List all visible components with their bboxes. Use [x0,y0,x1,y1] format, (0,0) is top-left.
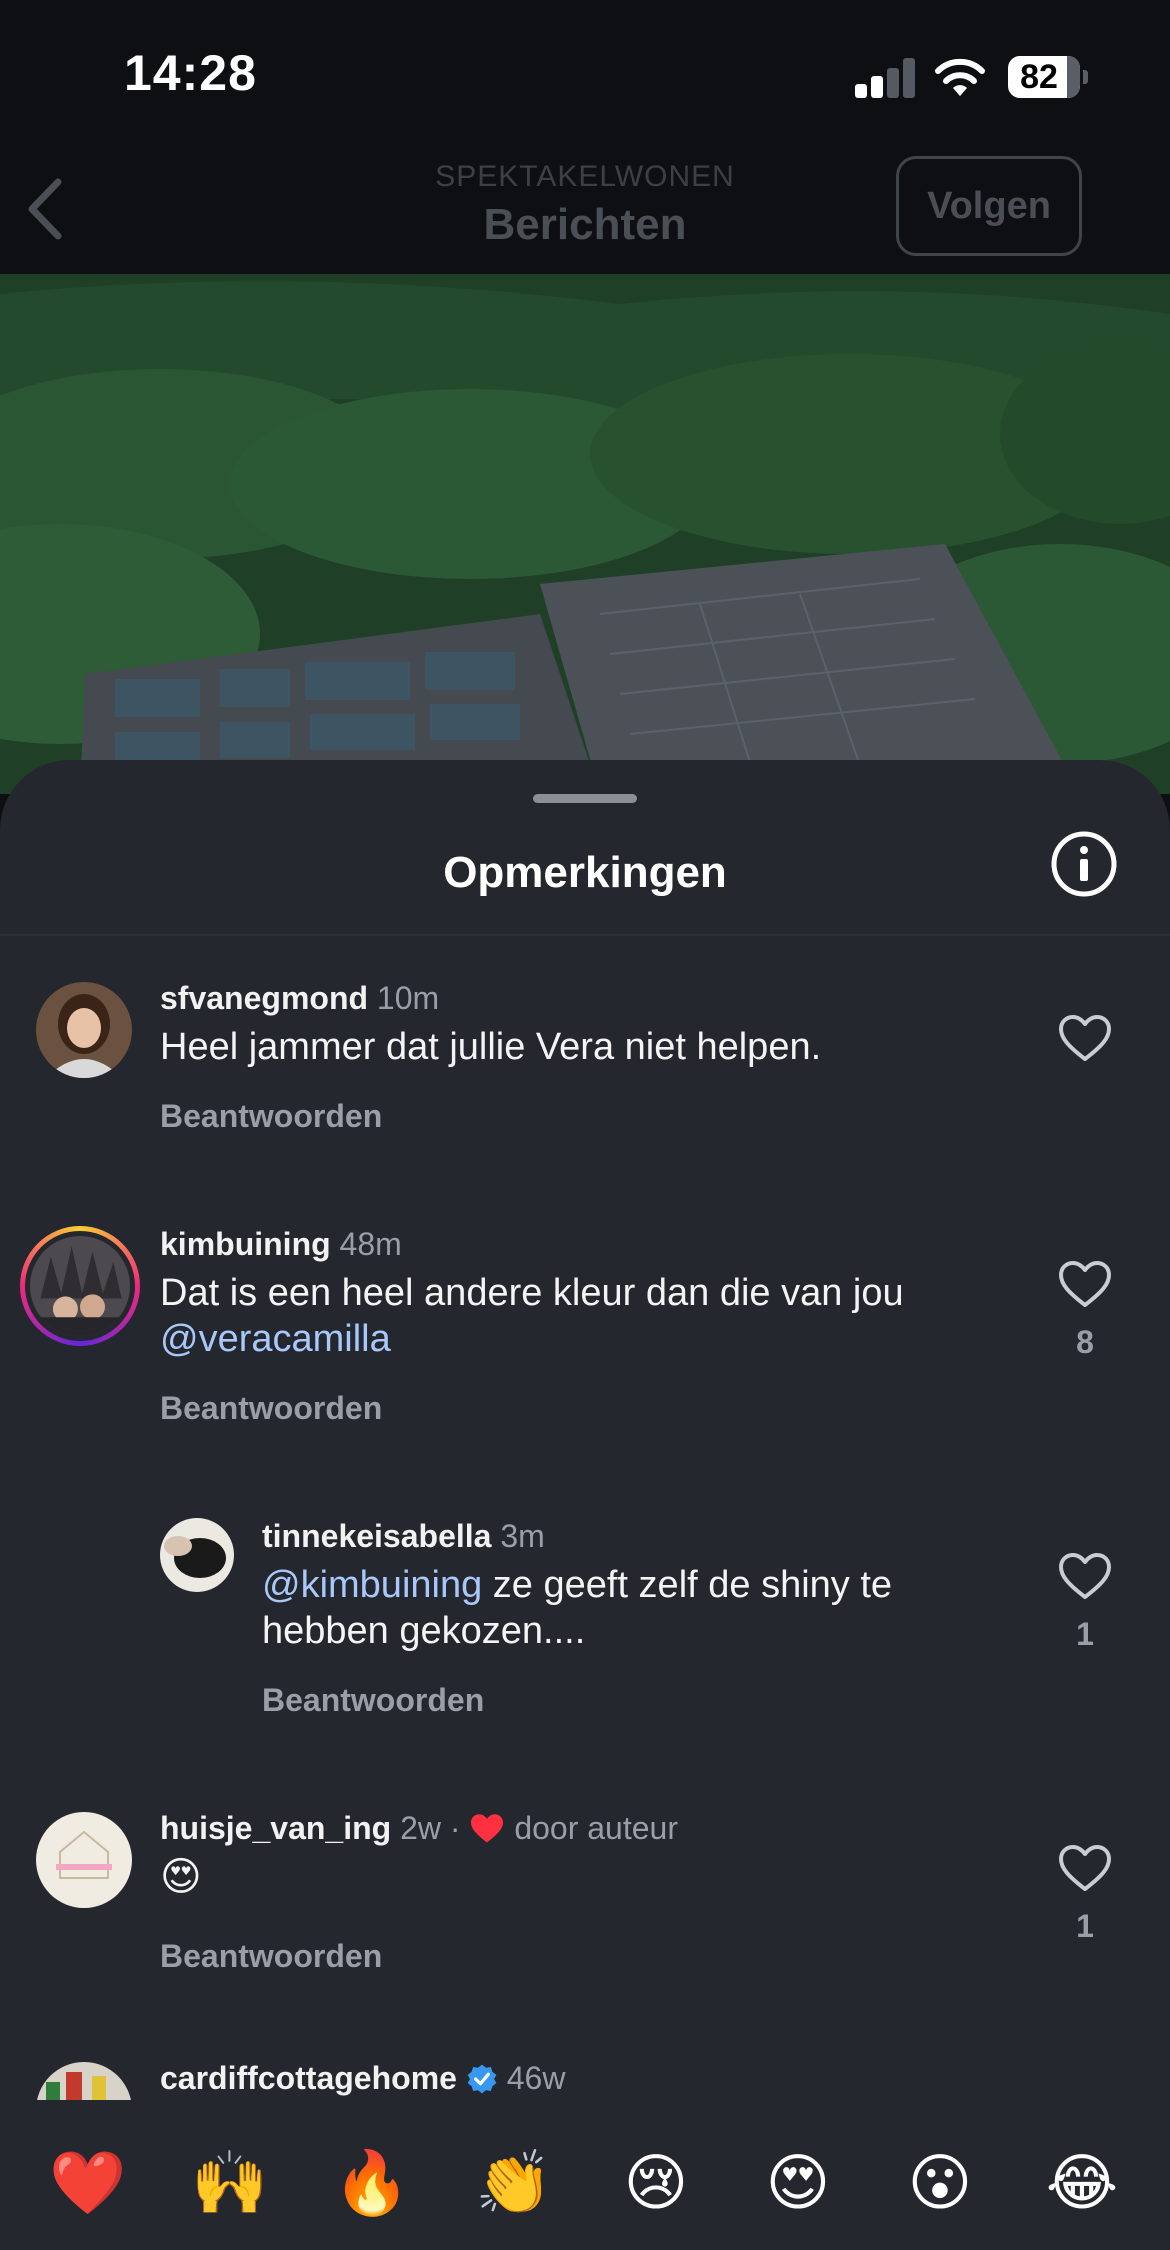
follow-button[interactable]: Volgen [896,156,1082,256]
heart-outline-icon[interactable] [1058,1552,1112,1602]
emoji-surprised-button[interactable]: 😮 [900,2144,980,2224]
comment-username[interactable]: huisje_van_ing 2w · door auteur [160,1810,678,1847]
emoji-heart-eyes-button[interactable]: 😍 [758,2144,838,2224]
comment-time: 3m [500,1518,545,1554]
battery-percentage: 82 [1020,58,1058,96]
divider [0,934,1170,936]
comment-text: 😍 [160,1855,202,1899]
heart-outline-icon[interactable] [1058,1014,1112,1064]
comment-item: huisje_van_ing 2w · door auteur 😍 Beantw… [0,1790,1170,2010]
avatar[interactable] [36,1812,132,1908]
mention-link[interactable]: @kimbuining [262,1564,482,1606]
comment-time: 46w [506,2060,566,2096]
comment-item: cardiffcottagehome 46w [0,2056,1170,2100]
nav-header: SPEKTAKELWONEN Berichten Volgen [0,150,1170,274]
status-time: 14:28 [124,45,257,101]
comment-text: Heel jammer dat jullie Vera niet helpen. [160,1026,822,1068]
reply-button[interactable]: Beantwoorden [262,1682,484,1719]
battery-icon: 82 [1008,56,1088,98]
cellular-signal-icon [855,58,917,98]
avatar[interactable] [36,2062,132,2100]
username[interactable]: cardiffcottagehome [160,2060,457,2096]
avatar[interactable] [160,1518,234,1592]
comment-username[interactable]: kimbuining 48m [160,1226,402,1263]
emoji-crying-button[interactable]: 😢 [616,2144,696,2224]
emoji-raised-hands-button[interactable]: 🙌 [190,2144,270,2224]
comment-item: kimbuining 48m Dat is een heel andere kl… [0,1206,1170,1446]
comment-reply-item: tinnekeisabella 3m @kimbuining ze geeft … [0,1498,1170,1738]
comment-body-line2: hebben gekozen.... [262,1610,586,1652]
reply-button[interactable]: Beantwoorden [160,1938,382,1975]
info-icon[interactable] [1050,830,1118,898]
wifi-icon [935,58,985,96]
emoji-reaction-bar: ❤️ 🙌 🔥 👏 😢 😍 😮 😂 [0,2100,1170,2250]
comment-item: sfvanegmond 10m Heel jammer dat jullie V… [0,960,1170,1160]
like-count: 1 [1076,1908,1094,1944]
username[interactable]: sfvanegmond [160,980,368,1016]
like-count: 1 [1076,1616,1094,1652]
username[interactable]: tinnekeisabella [262,1518,491,1554]
like-count: 8 [1076,1324,1094,1360]
comment-body: ze geeft zelf de shiny te [482,1564,893,1606]
sheet-drag-handle[interactable] [533,794,637,803]
sheet-title: Opmerkingen [443,848,727,897]
mention-link[interactable]: @veracamilla [160,1318,391,1360]
emoji-laughing-button[interactable]: 😂 [1042,2144,1122,2224]
comment-text: Dat is een heel andere kleur dan die van… [160,1270,1020,1362]
status-bar: 14:28 82 [0,0,1170,150]
comment-username[interactable]: tinnekeisabella 3m [262,1518,545,1555]
avatar[interactable] [36,982,132,1078]
username[interactable]: kimbuining [160,1226,331,1262]
emoji-fire-button[interactable]: 🔥 [332,2144,412,2224]
heart-outline-icon[interactable] [1058,1260,1112,1310]
avatar[interactable] [20,1226,140,1346]
emoji-clapping-button[interactable]: 👏 [474,2144,554,2224]
comment-body: Dat is een heel andere kleur dan die van… [160,1272,904,1314]
comment-username[interactable]: cardiffcottagehome 46w [160,2060,565,2097]
heart-filled-icon [471,1814,504,1843]
comment-text: @kimbuining ze geeft zelf de shiny te he… [262,1562,1022,1654]
comments-sheet: Opmerkingen sfvanegmond 10m Heel jammer … [0,760,1170,2250]
reply-button[interactable]: Beantwoorden [160,1390,382,1427]
liked-by-author-label: door auteur [514,1810,678,1846]
comment-time: 48m [339,1226,402,1262]
comment-time: 2w [400,1810,441,1846]
emoji-heart-button[interactable]: ❤️ [48,2144,128,2224]
comment-time: 10m [376,980,440,1016]
heart-outline-icon[interactable] [1058,1844,1112,1894]
verified-badge-icon [467,2064,497,2094]
reply-button[interactable]: Beantwoorden [160,1098,382,1135]
post-image [0,274,1170,794]
comment-username[interactable]: sfvanegmond 10m [160,980,439,1017]
username[interactable]: huisje_van_ing [160,1810,391,1846]
